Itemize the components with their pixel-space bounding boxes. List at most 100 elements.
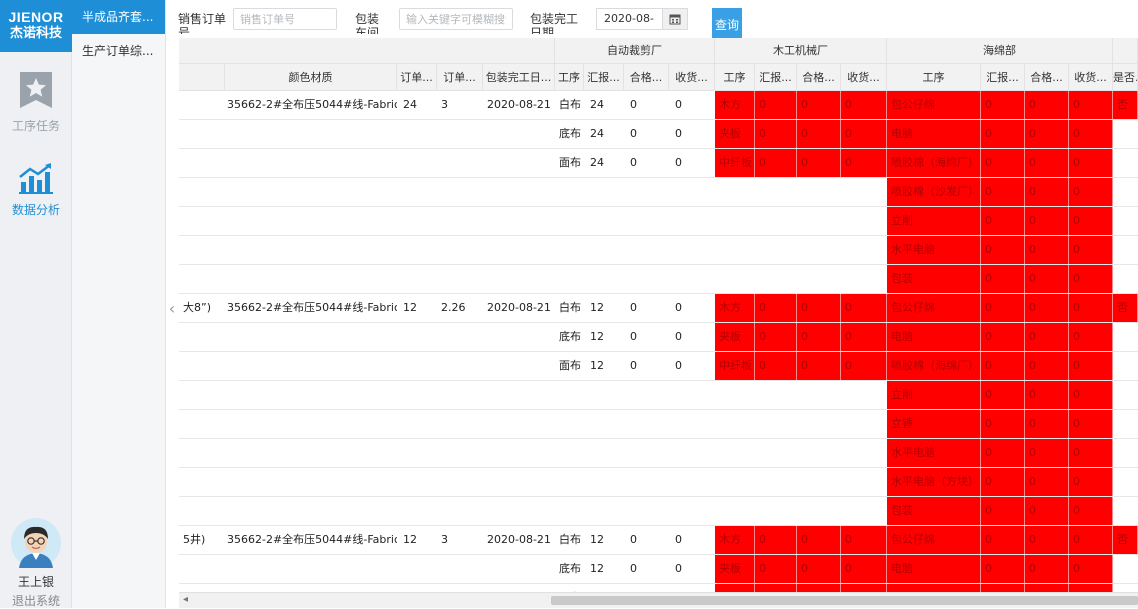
subnav-item-semi-finished[interactable]: 半成品齐套... <box>72 0 165 34</box>
table-row[interactable]: 面布1200中纤板000喷胶棉（海绵厂）000 <box>179 352 1138 381</box>
table-row[interactable]: 大8”) 35662-2#全布压5044#线-Fabric 12 2.26 2020-0… <box>179 294 1138 323</box>
nav-process-tasks[interactable]: 工序任务 <box>0 70 72 134</box>
table-row[interactable]: 立削 0 0 0 <box>179 381 1138 410</box>
cell-w-p: 0 <box>797 149 841 177</box>
collapse-left-arrow-icon[interactable]: ‹ <box>166 296 178 322</box>
col-header-pass-sponge[interactable]: 合格... <box>1025 64 1069 91</box>
calendar-button[interactable] <box>662 8 688 30</box>
logout-link[interactable]: 退出系统 <box>0 592 72 609</box>
cell-w-v: 0 <box>841 526 887 554</box>
cell-w-r <box>755 497 797 525</box>
cell-proc <box>555 410 584 438</box>
cell-w-r <box>755 468 797 496</box>
cell-report: 12 <box>590 562 604 575</box>
cell-s-p: 0 <box>1025 584 1069 592</box>
cell-sponge: 包公仔绵 <box>887 294 981 322</box>
cell-pass: 0 <box>630 330 637 343</box>
table-row[interactable]: 立锤 0 0 0 <box>179 410 1138 439</box>
cell-recv: 0 <box>675 359 682 372</box>
cell-w-v: 0 <box>841 120 887 148</box>
col-header-process-wood[interactable]: 工序 <box>715 64 755 91</box>
col-header-date[interactable]: 包装完工日... <box>483 64 555 91</box>
cell-color <box>225 439 397 467</box>
col-header-qty2[interactable]: 订单... <box>437 64 483 91</box>
cell-proc <box>555 236 584 264</box>
cell-flag <box>1113 120 1138 148</box>
cell-sponge: 包公仔绵 <box>887 526 981 554</box>
data-grid: 自动裁剪厂 木工机械厂 海绵部 颜色材质 订单... 订单... 包装完工日..… <box>179 38 1138 592</box>
scroll-left-arrow-icon[interactable]: ◂ <box>183 594 188 605</box>
cell-recv: 0 <box>675 98 682 111</box>
table-row[interactable]: 面布1200中纤板000喷胶棉（海绵厂）000 <box>179 584 1138 592</box>
col-header-color[interactable]: 颜色材质 <box>225 64 397 91</box>
cell-qty <box>397 410 437 438</box>
col-header-received[interactable]: 收货... <box>669 64 715 91</box>
table-row[interactable]: 底布 24 0 0 夹板 0 0 0 电脑 0 0 0 <box>179 120 1138 149</box>
table-row[interactable]: 5井) 35662-2#全布压5044#线-Fabric 12 3 2020-08-21… <box>179 526 1138 555</box>
cell-pass <box>624 439 669 467</box>
table-row[interactable]: 包装 0 0 0 <box>179 497 1138 526</box>
table-row[interactable]: 喷胶棉（沙发厂） 0 0 0 <box>179 178 1138 207</box>
cell-w-v <box>841 178 887 206</box>
cell-s-r: 0 <box>981 323 1025 351</box>
cell-proc <box>555 381 584 409</box>
col-header-pass[interactable]: 合格... <box>624 64 669 91</box>
col-header-process[interactable]: 工序 <box>555 64 584 91</box>
col-header-report[interactable]: 汇报... <box>584 64 624 91</box>
table-row[interactable]: 水平电脑（方块） 0 0 0 <box>179 468 1138 497</box>
cell-w-p <box>797 207 841 235</box>
cell-report <box>584 207 624 235</box>
avatar[interactable] <box>11 518 61 568</box>
scrollbar-thumb[interactable] <box>551 596 1138 605</box>
cell-qty <box>397 323 437 351</box>
cell-prefix <box>179 207 225 235</box>
cell-qty <box>397 265 437 293</box>
cell-qty <box>397 468 437 496</box>
cell-color <box>225 497 397 525</box>
cell-date <box>483 149 555 177</box>
workshop-label: 包装车间 <box>355 12 380 34</box>
cell-prefix <box>179 352 225 380</box>
query-button[interactable]: 查询 <box>712 8 742 38</box>
cell-recv <box>669 410 715 438</box>
col-header-received-wood[interactable]: 收货... <box>841 64 887 91</box>
col-header-received-sponge[interactable]: 收货... <box>1069 64 1113 91</box>
subnav-item-production-orders[interactable]: 生产订单综... <box>72 34 165 68</box>
workshop-input[interactable] <box>399 8 513 30</box>
col-header-process-sponge[interactable]: 工序 <box>887 64 981 91</box>
table-row[interactable]: 35662-2#全布压5044#线-Fabric 24 3 2020-08-21 白布 2… <box>179 91 1138 120</box>
col-header-report-wood[interactable]: 汇报... <box>755 64 797 91</box>
nav-data-analysis[interactable]: 数据分析 <box>0 162 72 218</box>
sales-order-input[interactable] <box>233 8 337 30</box>
cell-s-v: 0 <box>1069 410 1113 438</box>
cell-w-v <box>841 265 887 293</box>
table-row[interactable]: 面布 24 0 0 中纤板 0 0 0 喷胶棉（海绵厂） 0 0 0 <box>179 149 1138 178</box>
table-row[interactable]: 底布 12 0 0 夹板 0 0 0 电脑 0 0 0 <box>179 555 1138 584</box>
col-header-report-sponge[interactable]: 汇报... <box>981 64 1025 91</box>
cell-w-v <box>841 497 887 525</box>
cell-wood <box>715 207 755 235</box>
cell-qty2 <box>437 178 483 206</box>
cell-flag: 否 <box>1113 526 1138 554</box>
table-row[interactable]: 水平电脑 0 0 0 <box>179 236 1138 265</box>
col-header-flag[interactable]: 是否... <box>1113 64 1138 91</box>
cell-report: 12 <box>590 533 604 546</box>
table-row[interactable]: 包装 0 0 0 <box>179 265 1138 294</box>
cell-wood <box>715 236 755 264</box>
cell-date <box>483 381 555 409</box>
col-header-pass-wood[interactable]: 合格... <box>797 64 841 91</box>
table-row[interactable]: 底布 12 0 0 夹板 0 0 0 电脑 0 0 0 <box>179 323 1138 352</box>
group-header-sponge: 海绵部 <box>887 38 1113 64</box>
col-header-qty[interactable]: 订单... <box>397 64 437 91</box>
horizontal-scrollbar[interactable]: ◂ <box>179 592 1138 608</box>
cell-s-p: 0 <box>1025 555 1069 583</box>
table-row[interactable]: 水平电脑 0 0 0 <box>179 439 1138 468</box>
table-row[interactable]: 立削 0 0 0 <box>179 207 1138 236</box>
completion-date-input[interactable]: 2020-08- <box>596 8 662 30</box>
cell-prefix <box>179 439 225 467</box>
cell-prefix <box>179 381 225 409</box>
cell-pass <box>624 497 669 525</box>
col-header-blank <box>179 64 225 91</box>
cell-prefix: 5井) <box>183 533 206 546</box>
cell-date <box>483 236 555 264</box>
